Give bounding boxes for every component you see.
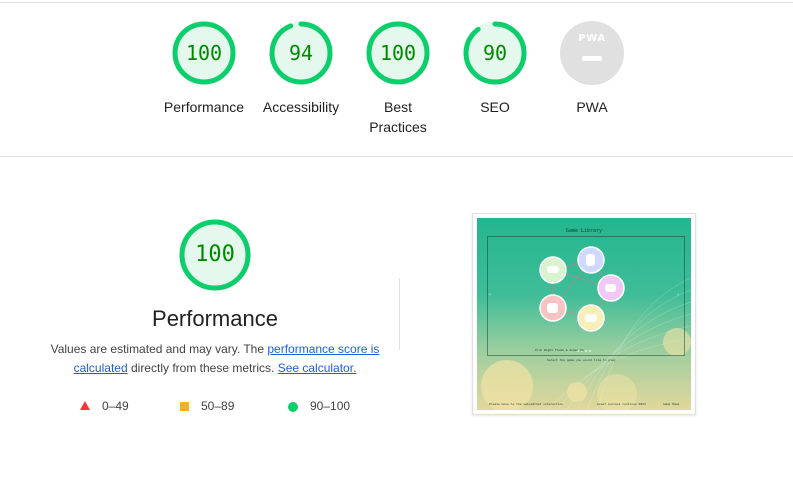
screenshot-footer-mid: Great success continue 2023: [597, 402, 646, 406]
gauge-best-practices[interactable]: 100 Best Practices: [353, 20, 443, 137]
section-divider: [0, 156, 793, 157]
gauge-score: 90: [482, 41, 508, 65]
screenshot-subcaption: Select the game you would like to play: [547, 358, 616, 362]
category-gauges: 100 Performance 94 Accessibility 100 Bes…: [0, 0, 793, 156]
vertical-divider: [399, 278, 400, 350]
screenshot-title: Game Library: [565, 228, 603, 234]
legend-range: 0–49: [102, 399, 129, 413]
gauge-ring: 100: [365, 20, 431, 86]
screenshot-panel: [487, 236, 685, 356]
legend-range: 90–100: [310, 399, 351, 413]
legend-range: 50–89: [201, 399, 235, 413]
gauge-score: 100: [185, 41, 223, 65]
see-calculator-link[interactable]: See calculator.: [278, 361, 357, 375]
legend-pass: 90–100: [288, 398, 350, 414]
performance-gauge: 100: [178, 218, 252, 292]
screenshot-footer-right: Game Home: [663, 402, 680, 406]
gauge-accessibility[interactable]: 94 Accessibility: [256, 20, 346, 117]
performance-summary: 100 Performance Values are estimated and…: [40, 218, 390, 378]
gauge-pwa[interactable]: PWA PWA: [547, 20, 637, 117]
pwa-dash: [582, 56, 602, 61]
performance-description: Values are estimated and may vary. The p…: [40, 340, 390, 378]
screenshot-caption: Pick Right Thumb & Index Up: [535, 348, 584, 352]
square-icon: [180, 402, 189, 412]
gauge-seo[interactable]: 90 SEO: [450, 20, 540, 117]
gauge-score: 100: [379, 41, 417, 65]
pwa-badge-icon: PWA: [560, 21, 624, 85]
circle-icon: [288, 401, 298, 412]
gauge-performance[interactable]: 100 Performance: [159, 20, 249, 117]
gauge-label: Accessibility: [262, 99, 340, 115]
legend-fail: 0–49: [80, 398, 129, 414]
gauge-label: Performance: [163, 99, 245, 115]
triangle-icon: [80, 401, 90, 411]
gauge-ring: 90: [462, 20, 528, 86]
gauge-label: SEO: [480, 99, 510, 115]
legend-average: 50–89: [180, 398, 234, 414]
desc-text: Values are estimated and may vary. The: [50, 342, 268, 356]
performance-score: 100: [195, 242, 235, 267]
final-screenshot[interactable]: ‹ › Game Library Pick Right Thumb & Inde…: [472, 213, 696, 415]
gauge-ring: 100: [171, 20, 237, 86]
performance-title: Performance: [152, 306, 278, 331]
gauge-score: 94: [288, 41, 314, 65]
gauge-label: PWA: [576, 99, 608, 115]
gauge-label: Best Practices: [369, 99, 427, 135]
gauge-ring: 94: [268, 20, 334, 86]
screenshot-footer-left: Please move to the webcamthat interactio…: [489, 402, 564, 406]
desc-text: directly from these metrics.: [127, 361, 278, 375]
screenshot-image: ‹ › Game Library Pick Right Thumb & Inde…: [477, 218, 691, 410]
pwa-badge-text: PWA: [578, 33, 606, 44]
